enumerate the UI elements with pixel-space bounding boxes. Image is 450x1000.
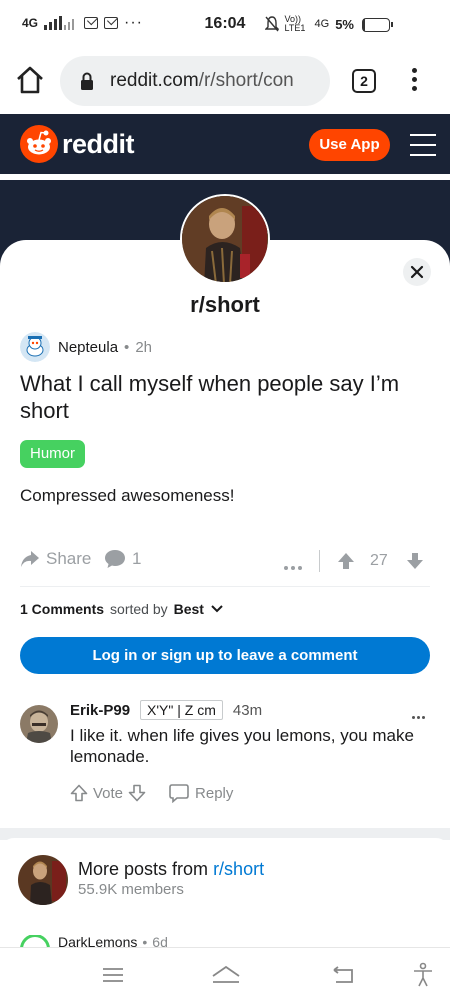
post-score: 27	[370, 552, 388, 569]
home-icon[interactable]	[14, 64, 46, 96]
subreddit-avatar[interactable]	[180, 194, 270, 284]
snoo-icon	[20, 125, 58, 163]
post-age: 2h	[135, 338, 152, 356]
more-posts-prefix: More posts from	[78, 859, 209, 879]
vote-label: Vote	[93, 784, 124, 802]
battery-percent: 5%	[335, 16, 354, 32]
more-posts-subreddit-link[interactable]: r/short	[213, 859, 264, 879]
battery-icon	[362, 18, 393, 32]
sorted-by-label: sorted by	[110, 601, 168, 617]
share-label: Share	[46, 549, 92, 568]
carrier-label: Vo)) LTE1	[284, 14, 306, 33]
comment-header: Erik-P99 X'Y" | Z cm 43m	[70, 700, 262, 720]
browser-toolbar: reddit.com/r/short/con 2	[0, 50, 450, 114]
comments-button[interactable]: 1	[104, 549, 141, 569]
reddit-logo[interactable]: reddit	[20, 125, 135, 163]
share-button[interactable]: Share	[20, 549, 91, 569]
browser-menu-icon[interactable]	[410, 68, 418, 96]
use-app-button[interactable]: Use App	[309, 129, 390, 161]
post-actions: Share 1 27	[20, 546, 430, 576]
post-title[interactable]: What I call myself when people say I’m s…	[20, 370, 430, 424]
subreddit-avatar-image	[182, 196, 268, 282]
comment-body: I like it. when life gives you lemons, y…	[70, 726, 414, 766]
hamburger-menu-icon[interactable]	[410, 134, 436, 156]
comment-age: 43m	[232, 701, 263, 719]
user-flair: X'Y" | Z cm	[140, 700, 223, 720]
system-nav-bar	[0, 947, 450, 1000]
upvote-icon[interactable]	[337, 552, 355, 570]
more-posts-avatar[interactable]	[18, 855, 68, 905]
more-posts-avatar-image	[18, 855, 68, 905]
post-author[interactable]: Nepteula	[58, 339, 118, 356]
reply-label[interactable]: Reply	[195, 785, 233, 802]
url-path: /r/short/con	[198, 70, 294, 91]
comment-user-avatar[interactable]	[20, 705, 58, 743]
mute-icon	[264, 16, 279, 32]
reply-icon[interactable]	[168, 783, 190, 803]
share-icon	[21, 551, 39, 567]
downvote-icon[interactable]	[406, 552, 424, 570]
post-meta: Nepteula • 2h	[20, 332, 152, 362]
comment-upvote-icon[interactable]	[70, 784, 88, 802]
action-separator	[319, 550, 320, 572]
login-to-comment-button[interactable]: Log in or sign up to leave a comment	[20, 637, 430, 674]
comment-avatar-image	[20, 705, 58, 743]
sort-select[interactable]: Best	[174, 601, 204, 617]
url-text: reddit.com/r/short/con	[110, 70, 294, 92]
divider	[20, 586, 430, 587]
recent-apps-icon[interactable]	[100, 962, 126, 988]
comment-downvote-icon[interactable]	[128, 784, 146, 802]
address-bar[interactable]: reddit.com/r/short/con	[60, 56, 330, 106]
post-flair[interactable]: Humor	[20, 440, 86, 468]
reddit-wordmark: reddit	[62, 128, 135, 159]
comments-sort-row: 1 Comments sorted by Best	[20, 601, 224, 617]
meta-separator: •	[124, 338, 130, 356]
comment-more-icon[interactable]	[412, 706, 427, 724]
subreddit-name[interactable]: r/short	[0, 292, 450, 318]
comments-count-label: 1 Comments	[20, 601, 105, 617]
back-icon[interactable]	[330, 962, 356, 988]
status-right: Vo)) LTE1 4G 5%	[264, 14, 354, 33]
comment-author[interactable]: Erik-P99	[70, 702, 130, 719]
accessibility-icon[interactable]	[410, 962, 436, 988]
url-domain: reddit.com	[110, 70, 199, 91]
status-bar: 4G ··· 16:04 Vo)) LTE1 4G 5%	[0, 0, 450, 50]
more-posts-card	[0, 838, 450, 948]
user-avatar[interactable]	[20, 332, 50, 362]
chevron-down-icon[interactable]	[210, 604, 224, 614]
reddit-header: reddit Use App	[0, 114, 450, 174]
tab-switcher-button[interactable]: 2	[352, 69, 376, 93]
home-nav-icon[interactable]	[210, 962, 242, 988]
more-options-icon[interactable]	[284, 555, 305, 575]
comment-icon	[105, 550, 125, 568]
member-count: 55.9K members	[78, 881, 184, 898]
comment-actions: Vote Reply	[70, 783, 238, 803]
comment-count: 1	[132, 549, 142, 568]
more-posts-title: More posts from r/short	[78, 859, 264, 880]
network-indicator-right: 4G	[314, 18, 330, 30]
lock-icon	[81, 72, 93, 90]
close-button[interactable]	[403, 258, 431, 286]
close-icon	[410, 265, 424, 279]
post-body: Compressed awesomeness!	[20, 486, 235, 505]
